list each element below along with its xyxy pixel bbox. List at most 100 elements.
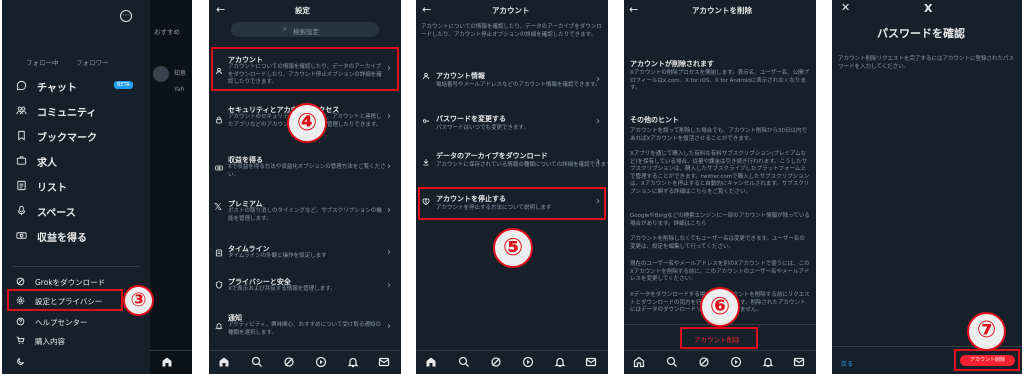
chevron-right-icon: ›: [387, 111, 391, 122]
grok-icon[interactable]: [698, 356, 710, 368]
phone-screen-4: ← アカウントを削除 アカウントが削除されます Xアカウントの削除プロセスを開始…: [624, 0, 816, 374]
grok-icon: [16, 277, 25, 286]
grok-icon[interactable]: [283, 356, 295, 368]
timeline-text: 知恵: [174, 70, 187, 77]
paragraph: アカウントを誤って削除した場合でも、アカウント削除から30日以内であればXアカウ…: [630, 128, 808, 142]
x-logo: X: [924, 2, 933, 15]
beta-badge: BETA: [114, 81, 133, 89]
page-intro: アカウントについての情報を確認したり、データのアーカイブをダウンロードしたり、ア…: [421, 24, 602, 38]
delete-account-button[interactable]: アカウント削除: [694, 334, 740, 344]
menu-label: 収益を得る: [37, 233, 87, 244]
following-count[interactable]: フォロー中: [26, 57, 59, 67]
bell-icon[interactable]: [762, 356, 774, 368]
bottom-nav: [416, 350, 608, 374]
money-icon: [16, 232, 27, 239]
search-icon: ⌕: [283, 25, 287, 33]
search-icon[interactable]: [251, 356, 263, 368]
divider: [12, 266, 140, 267]
menu-label: 求人: [37, 158, 57, 169]
chevron-right-icon: ›: [387, 321, 391, 332]
home-icon[interactable]: [161, 356, 173, 368]
close-icon[interactable]: ✕: [841, 1, 850, 14]
bell-icon[interactable]: [554, 356, 566, 368]
avatar: [153, 66, 169, 82]
side-drawer: ⋯ フォロー中 フォロワー チャット BETA コミュニティ ブックマーク 求人…: [2, 0, 150, 374]
key-icon: [422, 119, 429, 123]
item-desc: タイムラインの外観と操作を設定します: [228, 253, 327, 259]
menu-label: スペース: [37, 208, 76, 219]
mail-icon[interactable]: [585, 356, 597, 368]
user-icon: [422, 72, 430, 80]
item-desc: Xで表示および共有する情報を管理します。: [228, 286, 336, 292]
phone-screen-5: ✕ X パスワードを確認 アカウント削除リクエストを完了するにはアカウントに登録…: [832, 0, 1022, 374]
timeline-text: Yah: [174, 86, 185, 93]
back-arrow-icon[interactable]: ←: [216, 3, 225, 16]
timeline-tab: おすすめ: [154, 28, 180, 36]
menu-label: コミュニティ: [37, 108, 97, 119]
play-icon[interactable]: [522, 356, 534, 368]
briefcase-icon: [16, 156, 27, 165]
step-badge-7: ⑦: [967, 312, 1006, 351]
bottom-nav: [624, 350, 816, 374]
play-icon[interactable]: [730, 356, 742, 368]
chevron-right-icon: ›: [387, 205, 391, 216]
item-desc: Xで収益を得る方法や収益化オプションの管理方法をご覧ください。: [228, 164, 386, 178]
bell-icon[interactable]: [347, 356, 359, 368]
community-icon: [16, 106, 27, 115]
chevron-right-icon: ›: [387, 161, 391, 172]
more-options-icon[interactable]: ⋯: [120, 10, 132, 22]
home-icon[interactable]: [425, 356, 437, 368]
page-title: アカウントを削除: [692, 6, 752, 15]
lock-icon: [216, 116, 222, 124]
search-icon[interactable]: [666, 356, 678, 368]
mail-icon[interactable]: [378, 356, 390, 368]
confirm-delete-button[interactable]: アカウント削除: [960, 355, 1015, 366]
play-icon[interactable]: [315, 356, 327, 368]
chevron-right-icon: ›: [596, 74, 600, 85]
paragraph: アカウントを削除しなくてもユーザー名は変更できます。ユーザー名の変更は、設定を編…: [630, 236, 805, 250]
back-arrow-icon[interactable]: ←: [629, 3, 638, 16]
list-icon: [17, 180, 26, 191]
back-arrow-icon[interactable]: ←: [422, 3, 431, 16]
phone-screen-1: おすすめ 知恵 Yah ⋯ フォロー中 フォロワー チャット BETA コミュニ…: [2, 0, 192, 374]
page-title: アカウント: [492, 6, 530, 15]
menu-label: 購入内容: [35, 337, 65, 346]
search-input[interactable]: ⌕ 検索設定: [231, 22, 379, 37]
step-badge-6: ⑥: [700, 287, 740, 327]
step-badge-4: ④: [287, 103, 327, 143]
search-icon[interactable]: [458, 356, 470, 368]
phone-screen-2: ← 設定 ⌕ 検索設定 アカウント アカウントについての情報を確認したり、データ…: [209, 0, 401, 374]
grok-icon[interactable]: [490, 356, 502, 368]
timeline-nav: [150, 350, 192, 374]
moon-icon[interactable]: [16, 357, 25, 366]
download-icon: [423, 159, 429, 166]
menu-label: リスト: [37, 183, 67, 194]
step-badge-3: ③: [123, 285, 154, 316]
section-heading: その他のヒント: [630, 116, 679, 124]
back-button[interactable]: 戻る: [841, 359, 853, 368]
menu-label: チャット: [37, 83, 77, 94]
item-desc: パスワードはいつでも変更できます。: [436, 125, 529, 131]
phone-screen-3: ← アカウント アカウントについての情報を確認したり、データのアーカイブをダウン…: [416, 0, 608, 374]
mail-icon[interactable]: [793, 356, 805, 368]
home-icon[interactable]: [218, 356, 230, 368]
page-description: アカウント削除リクエストを完了するにはアカウントに登録されたパスワードを入力して…: [838, 56, 1015, 70]
item-desc: アカウントに保存されている情報の種類についての詳細を確認できます。: [436, 162, 608, 168]
menu-label: Grokをダウンロード: [35, 278, 106, 287]
bell-icon: [215, 323, 223, 330]
x-logo-icon: 𝕏: [214, 202, 223, 213]
bottom-nav: [209, 350, 401, 374]
paragraph: GoogleやBingなどの検索エンジンに一部のアカウント情報が残っている場合が…: [630, 213, 810, 227]
background-timeline: おすすめ 知恵 Yah: [150, 0, 192, 374]
help-icon: [16, 317, 25, 326]
timeline-icon: [215, 249, 223, 257]
followers-count[interactable]: フォロワー: [76, 57, 109, 67]
item-desc: アクティビティ、興味関心、おすすめについて受け取る通知の種類を選択します。: [228, 322, 381, 336]
cart-icon: [16, 336, 25, 345]
page-title: パスワードを確認: [877, 27, 965, 40]
paragraph: Xアカウントの削除プロセスを開始します。表示名、ユーザー名、公開プロフィールはx…: [630, 70, 810, 91]
shield-icon: [215, 281, 223, 289]
search-placeholder: 検索設定: [293, 27, 319, 36]
home-icon[interactable]: [633, 356, 645, 368]
paragraph: 現在のユーザー名やメールアドレスを別のXアカウントで使うには、このXアカウントを…: [630, 261, 810, 282]
